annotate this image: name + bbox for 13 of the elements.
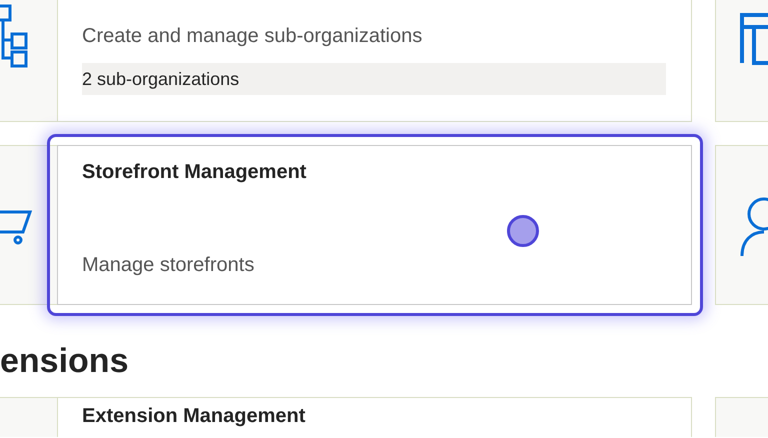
card-background[interactable]: Extension Management (0, 397, 692, 437)
person-icon (740, 196, 768, 258)
table-icon (740, 13, 768, 65)
icon-panel (0, 398, 58, 437)
cursor-dot (507, 215, 539, 247)
card-title: Extension Management (82, 404, 306, 429)
section-heading: ensions (0, 341, 128, 381)
count-label: 2 sub-organizations (82, 63, 666, 95)
card-description: Manage storefronts (82, 253, 256, 278)
card-background (715, 397, 768, 437)
card-background[interactable]: Storefront Management Manage storefronts (0, 145, 692, 305)
card-title: Storefront Management (82, 160, 308, 185)
card-description: Create and manage sub-organizations (82, 24, 424, 49)
